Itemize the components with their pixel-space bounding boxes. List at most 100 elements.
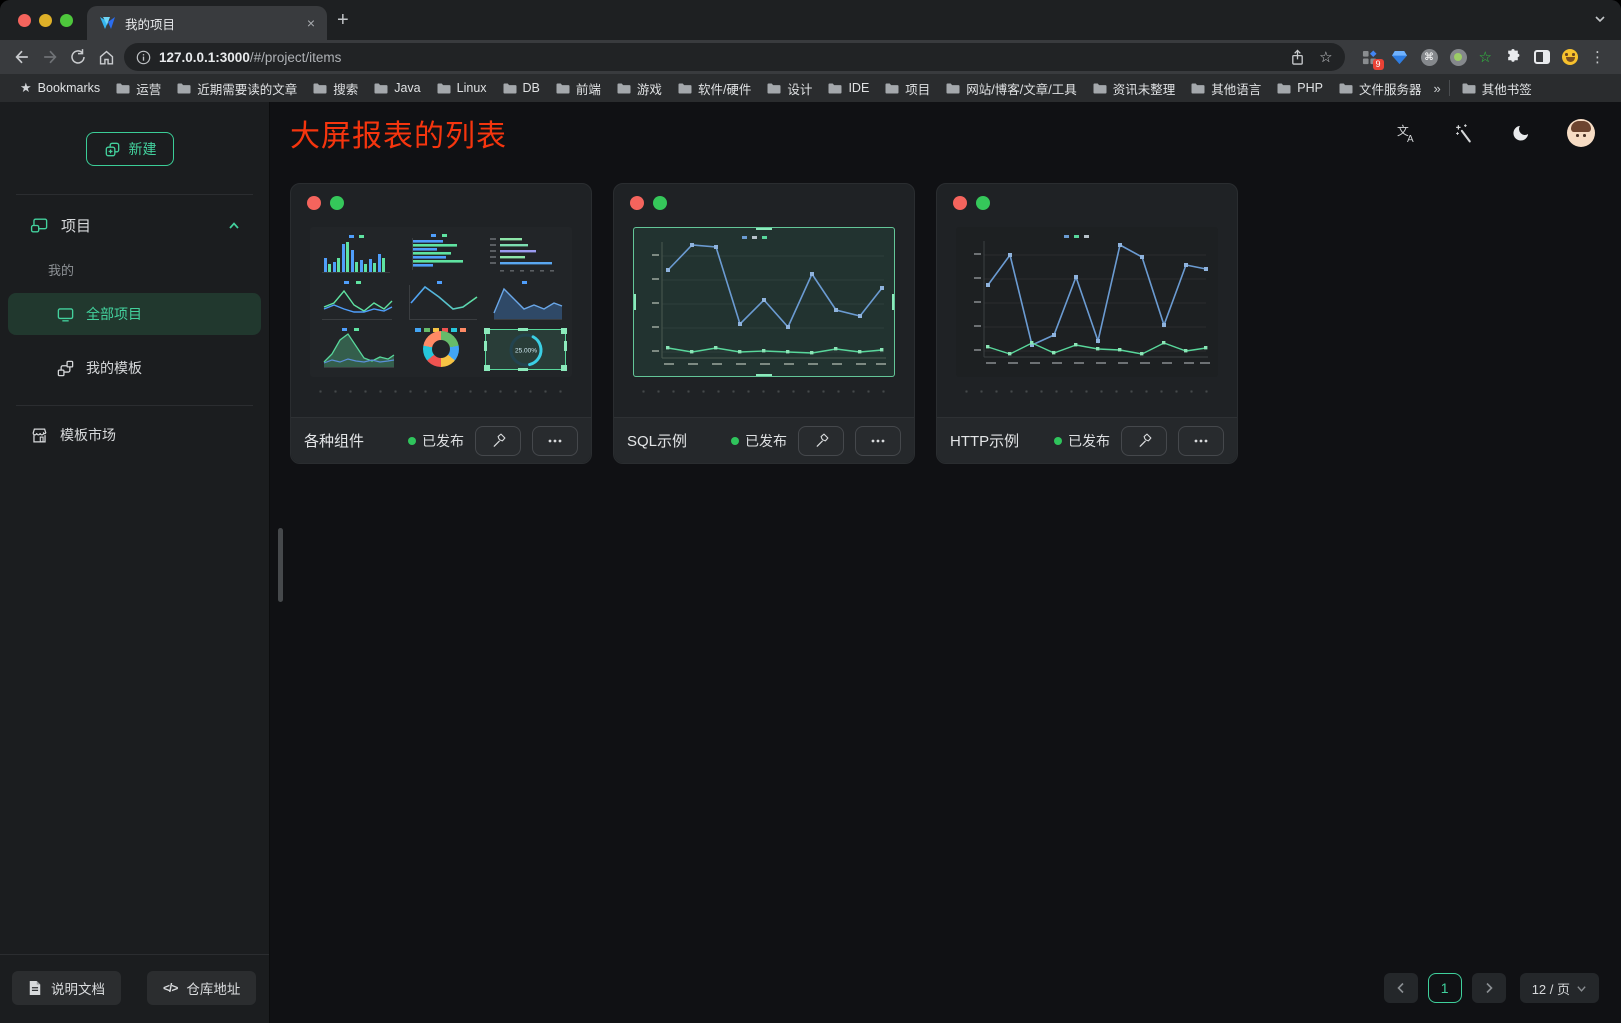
side-panel-icon[interactable] [1534,50,1550,64]
back-button[interactable] [8,43,36,71]
more-actions-button[interactable] [855,426,901,456]
extension-blocks-icon[interactable]: 9 [1361,48,1379,66]
tab-search-chevron-icon[interactable] [1593,12,1607,26]
bookmarks-manager[interactable]: ★Bookmarks [12,80,108,96]
project-thumbnail[interactable] [956,227,1218,377]
bookmarks-label: Bookmarks [38,81,101,95]
bookmark-folder[interactable]: 其他语言 [1183,79,1269,98]
bookmark-folder[interactable]: 设计 [759,79,820,98]
sidebar-item-my-templates[interactable]: 我的模板 [8,347,261,389]
reload-button[interactable] [64,43,92,71]
browser-tab[interactable]: 我的项目 × [87,6,327,40]
bookmark-label: 搜索 [333,79,358,98]
extensions-area: 9 ⌘ ☆ ⋮ [1353,48,1613,66]
bookmark-label: 项目 [905,79,930,98]
user-avatar[interactable] [1567,119,1595,147]
translate-icon[interactable]: 文A [1396,123,1418,143]
close-window-button[interactable] [18,14,31,27]
bookmarks-separator [1449,80,1450,96]
bookmark-label: Java [394,81,420,95]
bookmark-folder[interactable]: 近期需要读的文章 [169,79,305,98]
bookmarks-overflow-chevron[interactable]: » [1429,81,1444,96]
ellipsis-icon [547,433,563,449]
edit-project-button[interactable] [1121,426,1167,456]
card-footer: HTTP示例 已发布 [937,417,1237,463]
store-icon [30,426,49,445]
bookmark-folder[interactable]: 资讯未整理 [1085,79,1184,98]
bookmark-label: IDE [848,81,869,95]
bookmark-folder[interactable]: DB [495,81,548,95]
edit-project-button[interactable] [798,426,844,456]
more-actions-button[interactable] [532,426,578,456]
bookmark-folder[interactable]: 文件服务器 [1331,79,1430,98]
bookmark-folder[interactable]: 运营 [108,79,169,98]
extensions-puzzle-icon[interactable] [1504,48,1522,66]
site-info-icon[interactable] [136,50,151,65]
new-tab-button[interactable]: + [337,10,349,30]
status-dot [731,437,739,445]
repo-button[interactable]: </> 仓库地址 [147,971,256,1005]
zoom-window-button[interactable] [60,14,73,27]
url-text[interactable]: 127.0.0.1:3000/#/project/items [159,50,341,65]
project-name: HTTP示例 [950,430,1019,451]
bookmark-folder[interactable]: 网站/博客/文章/工具 [938,79,1084,98]
project-card[interactable]: HTTP示例 已发布 [936,183,1238,464]
docs-button[interactable]: 说明文档 [12,971,121,1005]
bookmark-star-icon[interactable]: ☆ [1319,48,1332,66]
page-size-select[interactable]: 12 / 页 [1520,973,1599,1003]
green-dot [330,196,344,210]
extension-recorder-icon[interactable] [1450,49,1467,66]
new-project-button[interactable]: 新建 [86,132,174,166]
forward-button[interactable] [36,43,64,71]
bookmark-folder[interactable]: 搜索 [305,79,366,98]
project-card[interactable]: 25.00% 各种组件 已发布 [290,183,592,464]
browser-menu-icon[interactable]: ⋮ [1590,48,1605,66]
more-actions-button[interactable] [1178,426,1224,456]
bookmark-label: 软件/硬件 [698,79,751,98]
bookmark-folder[interactable]: 游戏 [609,79,670,98]
current-page-button[interactable]: 1 [1428,973,1462,1003]
sidebar-section-project[interactable]: 项目 [30,215,241,236]
url-path: /#/project/items [250,50,342,65]
project-card[interactable]: SQL示例 已发布 [613,183,915,464]
bookmark-label: 设计 [787,79,812,98]
minimize-window-button[interactable] [39,14,52,27]
bookmark-folder[interactable]: PHP [1269,81,1331,95]
share-icon[interactable] [1290,49,1305,66]
sidebar-item-template-market[interactable]: 模板市场 [8,414,261,456]
magic-wand-icon[interactable] [1454,123,1475,144]
status-label: 已发布 [745,431,787,451]
bookmark-folder[interactable]: Linux [429,81,495,95]
mini-line-chart-single [399,278,484,325]
prev-page-button[interactable] [1384,973,1418,1003]
status-dot [408,437,416,445]
tab-close-icon[interactable]: × [307,16,315,30]
profile-avatar-icon[interactable] [1562,49,1578,65]
extension-star-icon[interactable]: ☆ [1479,48,1492,66]
sidebar: 新建 项目 我的 全部项目 [0,102,270,1023]
extension-gem-icon[interactable] [1391,48,1409,66]
edit-project-button[interactable] [475,426,521,456]
other-bookmarks-folder[interactable]: 其他书签 [1454,79,1540,98]
project-thumbnail[interactable]: 25.00% [310,227,572,377]
extension-command-icon[interactable]: ⌘ [1421,49,1438,66]
dark-mode-moon-icon[interactable] [1511,123,1531,143]
bookmark-folder[interactable]: 前端 [548,79,609,98]
next-page-button[interactable] [1472,973,1506,1003]
bookmark-folder[interactable]: IDE [820,81,877,95]
bookmark-folder[interactable]: 软件/硬件 [670,79,759,98]
sidebar-item-label: 我的模板 [86,358,142,378]
sidebar-item-all-projects[interactable]: 全部项目 [8,293,261,335]
docs-label: 说明文档 [51,978,105,998]
bookmark-folder[interactable]: Java [366,81,428,95]
home-button[interactable] [92,43,120,71]
chevron-up-icon[interactable] [227,219,241,233]
project-thumbnail[interactable] [633,227,895,377]
green-dot [653,196,667,210]
mini-hbar-multi-chart [483,231,568,278]
address-bar[interactable]: 127.0.0.1:3000/#/project/items ☆ [124,43,1345,71]
hammer-icon [813,432,830,449]
scrollbar-thumb[interactable] [278,528,283,602]
status-badge: 已发布 [731,431,787,451]
bookmark-folder[interactable]: 项目 [877,79,938,98]
